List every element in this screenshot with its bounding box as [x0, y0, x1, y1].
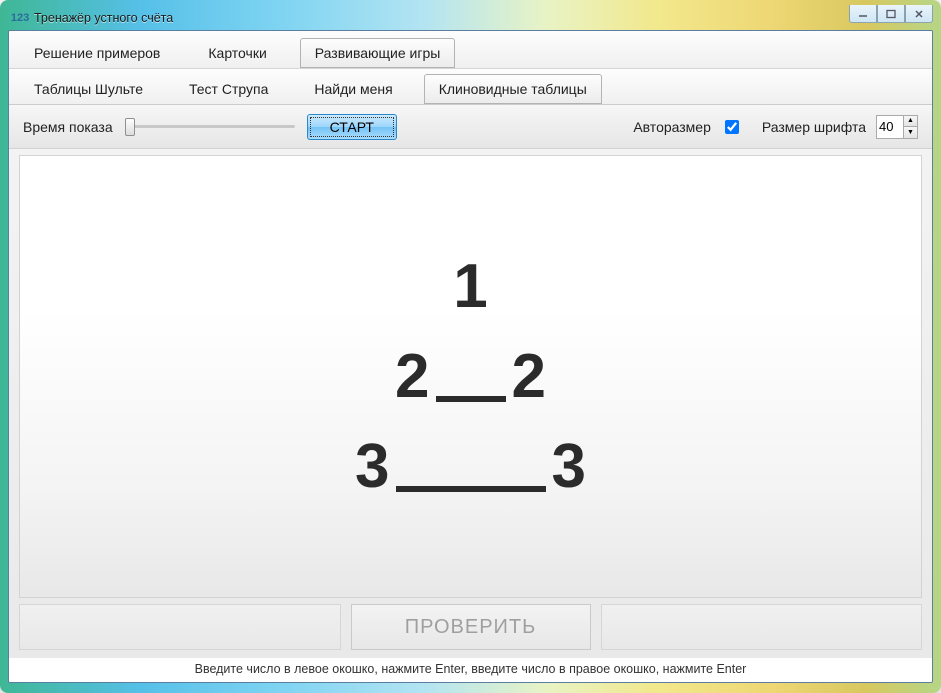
- tab-label: Клиновидные таблицы: [439, 81, 587, 97]
- check-button[interactable]: ПРОВЕРИТЬ: [351, 604, 591, 650]
- wedge-row-2: 2 2: [395, 346, 546, 408]
- wedge-row-3: 3 3: [355, 436, 586, 498]
- window-title: Тренажёр устного счёта: [34, 11, 173, 25]
- app-window: 123 Тренажёр устного счёта Решение приме…: [0, 0, 941, 693]
- tab-label: Найди меня: [314, 81, 392, 97]
- maximize-button[interactable]: [877, 5, 905, 23]
- sub-tab-naidi[interactable]: Найди меня: [299, 74, 407, 104]
- tab-label: Таблицы Шульте: [34, 81, 143, 97]
- font-size-spinner: ▲ ▼: [876, 115, 918, 139]
- sub-tab-shulte[interactable]: Таблицы Шульте: [19, 74, 158, 104]
- canvas-wrap: 1 2 2 3 3 ПРОВЕРИТЬ: [9, 149, 932, 658]
- toolbar: Время показа СТАРТ Авторазмер Размер шри…: [9, 105, 932, 149]
- show-time-label: Время показа: [23, 119, 113, 135]
- wedge-num-right: 3: [552, 436, 586, 498]
- wedge-num: 1: [453, 256, 487, 318]
- sub-tab-row: Таблицы Шульте Тест Струпа Найди меня Кл…: [9, 69, 932, 105]
- left-answer-input[interactable]: [19, 604, 341, 650]
- right-answer-input[interactable]: [601, 604, 923, 650]
- tab-label: Развивающие игры: [315, 45, 441, 61]
- font-size-label: Размер шрифта: [762, 119, 866, 135]
- font-size-up[interactable]: ▲: [903, 116, 917, 128]
- window-controls: [849, 5, 933, 23]
- check-button-label: ПРОВЕРИТЬ: [405, 616, 537, 638]
- start-button[interactable]: СТАРТ: [307, 114, 397, 140]
- main-tab-row: Решение примеров Карточки Развивающие иг…: [9, 31, 932, 69]
- wedge-row-1: 1: [453, 256, 487, 318]
- tab-label: Решение примеров: [34, 45, 160, 61]
- tab-razvivayushie[interactable]: Развивающие игры: [300, 38, 456, 68]
- wedge-num-left: 3: [355, 436, 389, 498]
- answer-row: ПРОВЕРИТЬ: [19, 604, 922, 650]
- sub-tab-klinovidnye[interactable]: Клиновидные таблицы: [424, 74, 602, 104]
- exercise-canvas: 1 2 2 3 3: [19, 155, 922, 598]
- wedge-gap: [396, 482, 546, 492]
- sub-tab-stroop[interactable]: Тест Струпа: [174, 74, 283, 104]
- font-size-input[interactable]: [877, 116, 903, 138]
- tab-label: Карточки: [208, 45, 266, 61]
- wedge-num-left: 2: [395, 346, 429, 408]
- minimize-button[interactable]: [849, 5, 877, 23]
- show-time-slider[interactable]: [125, 125, 295, 128]
- close-button[interactable]: [905, 5, 933, 23]
- autosize-checkbox[interactable]: [725, 120, 739, 134]
- tab-label: Тест Струпа: [189, 81, 268, 97]
- autosize-label: Авторазмер: [633, 119, 711, 135]
- wedge-num-right: 2: [512, 346, 546, 408]
- tab-kartochki[interactable]: Карточки: [193, 38, 281, 68]
- font-size-down[interactable]: ▼: [903, 127, 917, 138]
- titlebar[interactable]: 123 Тренажёр устного счёта: [8, 8, 933, 30]
- wedge-gap: [436, 392, 506, 402]
- tab-reshenie[interactable]: Решение примеров: [19, 38, 175, 68]
- client-area: Решение примеров Карточки Развивающие иг…: [8, 30, 933, 683]
- start-button-label: СТАРТ: [330, 119, 374, 135]
- hint-text: Введите число в левое окошко, нажмите En…: [9, 658, 932, 682]
- app-icon: 123: [12, 10, 28, 26]
